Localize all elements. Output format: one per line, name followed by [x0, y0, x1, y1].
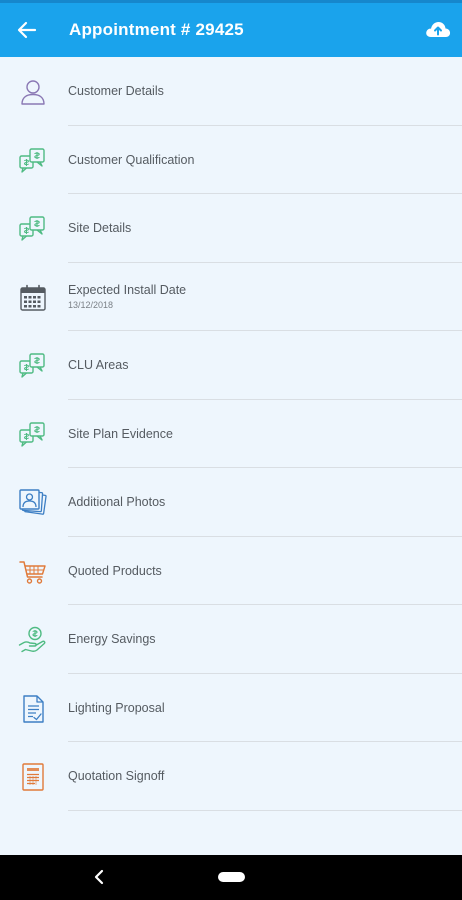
list-item-text: Expected Install Date 13/12/2018 [68, 263, 450, 331]
list-item-text: Customer Qualification [68, 126, 450, 194]
list-item-quotation-signoff[interactable]: Quotation Signoff [0, 742, 462, 811]
list-item-lighting-proposal[interactable]: Lighting Proposal [0, 674, 462, 742]
list-item-label: Lighting Proposal [68, 700, 165, 715]
list-item-label: CLU Areas [68, 358, 129, 372]
list-item-label: Additional Photos [68, 495, 166, 509]
arrow-left-icon [17, 21, 37, 39]
list-item-text: CLU Areas [68, 331, 450, 399]
list-item-customer-details[interactable]: Customer Details [0, 57, 462, 126]
signoff-document-icon [18, 762, 48, 792]
list-item-site-plan-evidence[interactable]: Site Plan Evidence [0, 400, 462, 468]
chat-bubbles-icon [18, 146, 48, 176]
list-item-customer-qualification[interactable]: Customer Qualification [0, 126, 462, 194]
list-item-expected-install-date[interactable]: Expected Install Date 13/12/2018 [0, 263, 462, 331]
list-item-text: Site Details [68, 194, 450, 262]
list-item-label: Customer Qualification [68, 152, 195, 167]
photos-icon [18, 488, 48, 518]
list-item-text: Lighting Proposal [68, 674, 450, 742]
list-item-label: Site Details [68, 221, 132, 235]
list-item-label: Site Plan Evidence [68, 426, 173, 441]
list-item-clu-areas[interactable]: CLU Areas [0, 331, 462, 400]
section-list: Customer Details Customer Qualification Si… [0, 57, 462, 811]
document-icon [18, 694, 48, 724]
list-item-text: Customer Details [68, 57, 450, 125]
page-title: Appointment # 29425 [69, 20, 244, 39]
user-icon [18, 77, 48, 107]
list-item-label: Expected Install Date [68, 283, 187, 297]
list-item-label: Quotation Signoff [68, 769, 165, 783]
savings-hand-icon [18, 625, 48, 655]
list-item-sublabel: 13/12/2018 [68, 300, 114, 310]
list-item-additional-photos[interactable]: Additional Photos [0, 468, 462, 537]
list-item-site-details[interactable]: Site Details [0, 194, 462, 263]
system-nav-bar [0, 855, 462, 900]
list-item-quoted-products[interactable]: Quoted Products [0, 537, 462, 605]
list-item-label: Quoted Products [68, 563, 162, 578]
list-item-label: Energy Savings [68, 632, 156, 646]
chat-bubbles-icon [18, 420, 48, 450]
nav-back-icon[interactable] [92, 868, 106, 886]
list-item-text: Quotation Signoff [68, 742, 450, 810]
cloud-upload-icon [426, 22, 451, 37]
nav-home-button[interactable] [218, 872, 245, 882]
calendar-icon [18, 283, 48, 313]
app-bar: Appointment # 29425 [0, 0, 462, 57]
list-item-label: Customer Details [68, 84, 164, 98]
list-item-text: Quoted Products [68, 537, 450, 605]
back-button[interactable] [14, 17, 40, 43]
divider [68, 809, 462, 811]
upload-button[interactable] [425, 18, 451, 40]
chat-bubbles-icon [18, 214, 48, 244]
chat-bubbles-icon [18, 351, 48, 381]
cart-icon [18, 557, 48, 587]
list-item-text: Site Plan Evidence [68, 400, 450, 468]
list-item-text: Additional Photos [68, 468, 450, 536]
list-item-energy-savings[interactable]: Energy Savings [0, 605, 462, 674]
list-item-text: Energy Savings [68, 605, 450, 673]
